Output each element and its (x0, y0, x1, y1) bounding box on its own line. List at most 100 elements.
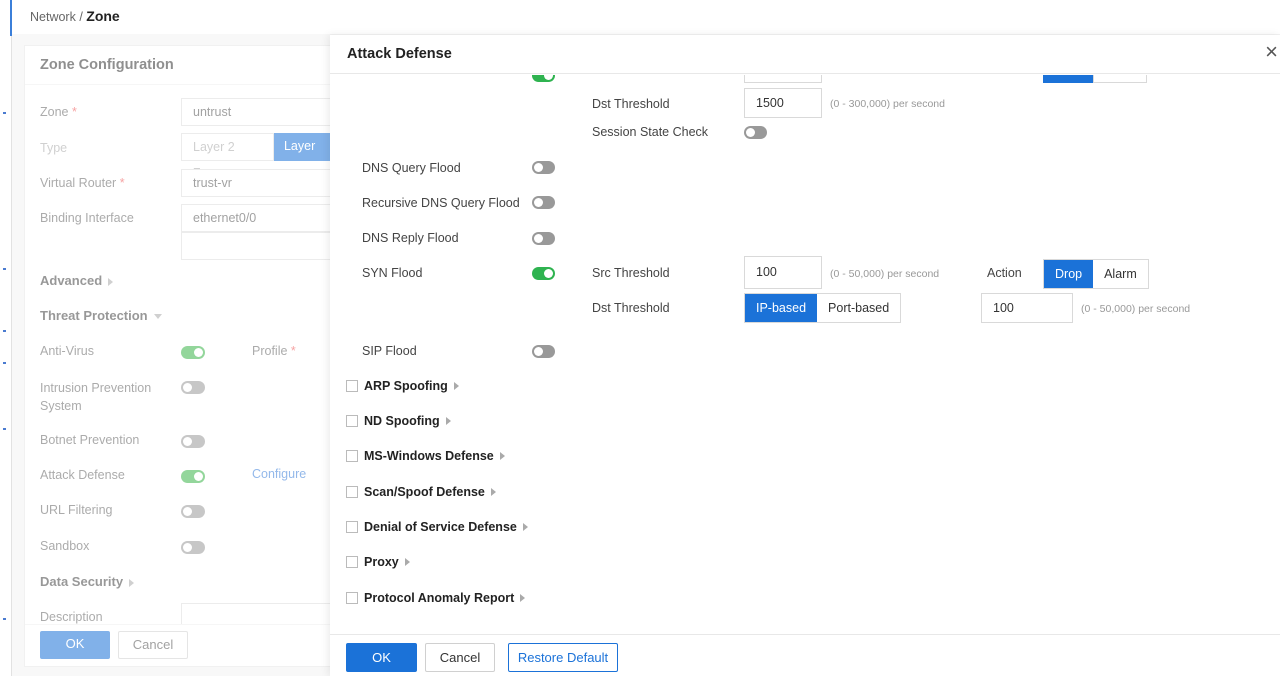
scan-spoof-defense-checkbox[interactable] (346, 486, 358, 498)
protocol-anomaly-report-checkbox[interactable] (346, 592, 358, 604)
type-label: Type (40, 141, 68, 155)
edge-marker (3, 362, 6, 364)
scrolled-alarm-option[interactable] (1093, 75, 1147, 83)
dns-reply-flood-toggle[interactable] (532, 232, 555, 245)
botnet-toggle[interactable] (181, 435, 205, 448)
zone-name-field[interactable]: untrust (181, 98, 341, 126)
expand-arrow-icon (445, 417, 451, 425)
binding-interface-label: Binding Interface (40, 211, 134, 225)
type-selector[interactable]: Layer 2 Zone Layer 3 (181, 133, 333, 180)
virtual-router-field[interactable]: trust-vr (181, 169, 341, 197)
syn-dst-threshold-hint: (0 - 50,000) per second (1081, 303, 1191, 315)
syn-flood-label: SYN Flood (362, 266, 423, 280)
sip-flood-toggle[interactable] (532, 345, 555, 358)
denial-of-service-defense-checkbox[interactable] (346, 521, 358, 533)
dialog-cancel-button[interactable]: Cancel (425, 643, 495, 672)
attack-defense-label: Attack Defense (40, 468, 125, 482)
dialog-ok-button[interactable]: OK (346, 643, 417, 672)
scrolled-drop-option[interactable] (1043, 75, 1093, 83)
botnet-label: Botnet Prevention (40, 433, 140, 447)
edge-marker (3, 112, 6, 114)
binding-interface-field[interactable]: ethernet0/0 (181, 204, 341, 232)
section-protocol-anomaly-report[interactable]: Protocol Anomaly Report (346, 590, 526, 606)
recursive-dns-query-flood-toggle[interactable] (532, 196, 555, 209)
syn-src-threshold-label: Src Threshold (592, 266, 670, 280)
restore-default-button[interactable]: Restore Default (508, 643, 618, 672)
expand-arrow-icon (490, 488, 496, 496)
action-drop-option[interactable]: Drop (1044, 260, 1094, 288)
dns-reply-flood-label: DNS Reply Flood (362, 231, 459, 245)
sandbox-label: Sandbox (40, 539, 90, 553)
session-state-check-label: Session State Check (592, 125, 709, 139)
sip-flood-label: SIP Flood (362, 344, 417, 358)
description-label: Description (40, 610, 103, 624)
advanced-section[interactable]: Advanced (40, 273, 114, 288)
threat-protection-section[interactable]: Threat Protection (40, 308, 162, 323)
session-state-check-toggle[interactable] (744, 126, 767, 139)
anti-virus-label: Anti-Virus (40, 344, 94, 358)
close-icon[interactable]: × (1265, 41, 1278, 63)
syn-flood-toggle[interactable] (532, 267, 555, 280)
attack-defense-dialog: Attack Defense × Dst Threshold 1500 (0 -… (330, 35, 1280, 676)
attack-defense-toggle[interactable] (181, 470, 205, 483)
top-dst-threshold-label: Dst Threshold (592, 97, 670, 111)
section-ms-windows-defense[interactable]: MS-Windows Defense (346, 448, 505, 464)
expand-arrow-icon (453, 382, 459, 390)
syn-src-threshold-input[interactable]: 100 (744, 256, 822, 289)
edge-marker (3, 330, 6, 332)
action-alarm-option[interactable]: Alarm (1093, 260, 1148, 288)
expand-arrow-icon (522, 523, 528, 531)
top-dst-threshold-input[interactable]: 1500 (744, 88, 822, 118)
breadcrumb-parent[interactable]: Network / (30, 10, 86, 24)
type-option-layer3[interactable]: Layer 3 (273, 133, 333, 179)
zone-config-title: Zone Configuration (25, 46, 333, 85)
dialog-footer: OK Cancel Restore Default (330, 634, 1280, 676)
section-proxy[interactable]: Proxy (346, 554, 410, 570)
edge-marker (3, 428, 6, 430)
scrolled-toggle[interactable] (532, 75, 555, 82)
configure-link[interactable]: Configure (252, 467, 306, 481)
section-scan-spoof-defense[interactable]: Scan/Spoof Defense (346, 484, 496, 500)
description-field[interactable] (181, 603, 341, 625)
ips-label: Intrusion Prevention System (40, 381, 152, 413)
expand-arrow-icon (108, 277, 114, 286)
breadcrumb: Network / Zone (12, 0, 1280, 34)
section-denial-of-service-defense[interactable]: Denial of Service Defense (346, 519, 528, 535)
syn-dst-threshold-input[interactable]: 100 (981, 293, 1073, 323)
recursive-dns-query-flood-label: Recursive DNS Query Flood (362, 196, 520, 210)
zone-configuration-panel: Zone Configuration Zone * untrust Type L… (24, 45, 341, 667)
action-selector[interactable]: Drop Alarm (1043, 259, 1149, 289)
anti-virus-toggle[interactable] (181, 346, 205, 359)
type-option-layer2[interactable]: Layer 2 Zone (181, 133, 274, 180)
arp-spoofing-checkbox[interactable] (346, 380, 358, 392)
proxy-checkbox[interactable] (346, 556, 358, 568)
nd-spoofing-checkbox[interactable] (346, 415, 358, 427)
syn-dst-threshold-label: Dst Threshold (592, 301, 670, 315)
section-nd-spoofing[interactable]: ND Spoofing (346, 413, 451, 429)
binding-interface-extra[interactable] (181, 232, 341, 260)
dst-mode-selector[interactable]: IP-based Port-based (744, 293, 902, 323)
url-filtering-toggle[interactable] (181, 505, 205, 518)
dst-mode-ip-based[interactable]: IP-based (745, 294, 818, 322)
virtual-router-label: Virtual Router * (40, 176, 125, 190)
dns-query-flood-toggle[interactable] (532, 161, 555, 174)
url-filtering-label: URL Filtering (40, 503, 113, 517)
left-edge-strip (0, 0, 12, 676)
expand-arrow-icon (499, 452, 505, 460)
collapse-arrow-icon (153, 314, 162, 320)
ips-toggle[interactable] (181, 381, 205, 394)
sandbox-toggle[interactable] (181, 541, 205, 554)
dialog-body: Dst Threshold 1500 (0 - 300,000) per sec… (330, 75, 1280, 635)
ms-windows-defense-checkbox[interactable] (346, 450, 358, 462)
scrolled-input[interactable] (744, 75, 822, 83)
zone-label: Zone * (40, 105, 77, 119)
expand-arrow-icon (520, 594, 526, 602)
zone-ok-button[interactable]: OK (40, 631, 110, 659)
dst-mode-port-based[interactable]: Port-based (817, 294, 900, 322)
section-arp-spoofing[interactable]: ARP Spoofing (346, 378, 459, 394)
edge-marker (3, 268, 6, 270)
data-security-section[interactable]: Data Security (40, 574, 135, 589)
zone-cancel-button[interactable]: Cancel (118, 631, 188, 659)
dialog-header: Attack Defense × (330, 35, 1280, 74)
expand-arrow-icon (404, 558, 410, 566)
